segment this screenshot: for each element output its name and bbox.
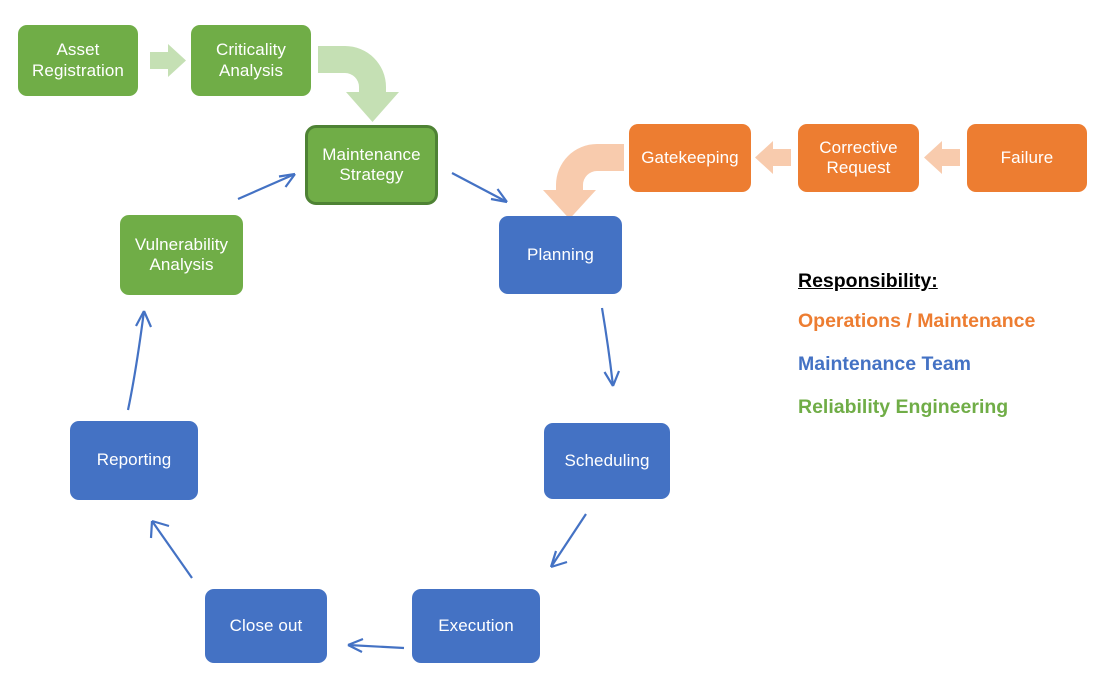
responsibility-legend: Responsibility: Operations / Maintenance… [798, 270, 1035, 419]
legend-item-maintenance-team: Maintenance Team [798, 353, 972, 375]
connector-vulnerability-to-strategy [237, 172, 296, 201]
connector-failure-to-corrective [924, 141, 960, 174]
diagram-canvas: Asset Registration Criticality Analysis … [0, 0, 1105, 688]
node-failure[interactable]: Failure [967, 124, 1087, 192]
legend-item-operations-maintenance: Operations / Maintenance [798, 310, 1036, 332]
node-planning[interactable]: Planning [499, 216, 622, 294]
connector-strategy-to-planning [451, 172, 508, 204]
node-close-out[interactable]: Close out [205, 589, 327, 663]
connector-corrective-to-gatekeeping [755, 141, 791, 174]
connector-criticality-to-strategy [318, 46, 399, 122]
legend-title: Responsibility: [798, 270, 938, 292]
node-vulnerability-analysis[interactable]: Vulnerability Analysis [120, 215, 243, 295]
node-execution[interactable]: Execution [412, 589, 540, 663]
legend-item-reliability-engineering: Reliability Engineering [798, 396, 1009, 418]
connector-planning-to-scheduling [600, 307, 621, 387]
connector-close-out-to-reporting [149, 519, 193, 579]
connector-gatekeeping-to-planning [543, 144, 624, 219]
connector-scheduling-to-execution [549, 513, 587, 569]
node-criticality-analysis[interactable]: Criticality Analysis [191, 25, 311, 96]
connector-asset-to-criticality [150, 44, 186, 77]
node-reporting[interactable]: Reporting [70, 421, 198, 500]
node-gatekeeping[interactable]: Gatekeeping [629, 124, 751, 192]
connector-execution-to-close-out [347, 637, 405, 653]
connector-reporting-to-vulnerability [126, 310, 153, 411]
node-corrective-request[interactable]: Corrective Request [798, 124, 919, 192]
node-maintenance-strategy[interactable]: Maintenance Strategy [305, 125, 438, 205]
node-asset-registration[interactable]: Asset Registration [18, 25, 138, 96]
node-scheduling[interactable]: Scheduling [544, 423, 670, 499]
